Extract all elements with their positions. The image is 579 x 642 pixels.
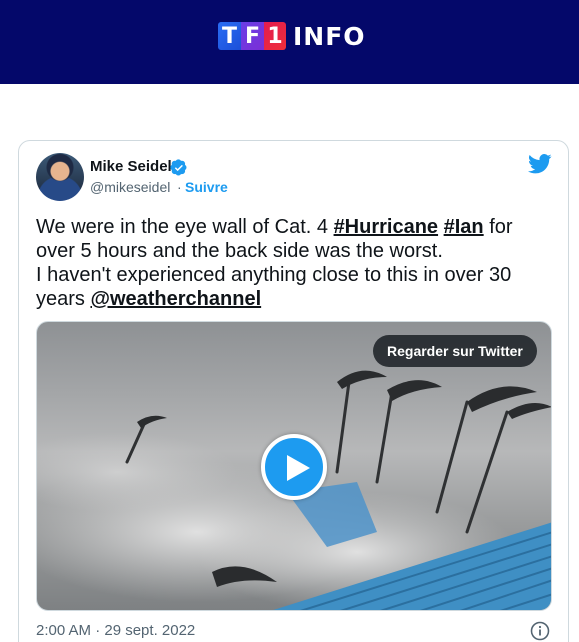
tweet-text-segment: for <box>483 216 513 238</box>
tf1-logo-mark: T F 1 <box>218 22 286 50</box>
tweet-text-segment: years <box>36 288 91 310</box>
handle-separator: · <box>177 179 182 195</box>
play-icon <box>287 455 310 481</box>
site-header: T F 1 INFO <box>0 0 579 84</box>
play-button[interactable] <box>261 434 327 500</box>
follow-button[interactable]: Suivre <box>185 179 228 195</box>
tweet-text-line-4: years @weatherchannel <box>36 287 536 311</box>
logo-info-text: INFO <box>293 21 366 51</box>
watch-on-twitter-button[interactable]: Regarder sur Twitter <box>373 335 537 367</box>
hashtag-ian[interactable]: #Ian <box>444 216 484 238</box>
tweet-timestamp[interactable]: 2:00 AM · 29 sept. 2022 <box>36 622 195 639</box>
logo-letter-t: T <box>218 22 241 50</box>
tweet-text-line-2: over 5 hours and the back side was the w… <box>36 240 443 262</box>
tweet-text-segment: We were in the eye wall of Cat. 4 <box>36 216 334 238</box>
logo-letter-f: F <box>241 22 264 50</box>
author-handle[interactable]: @mikeseidel <box>90 179 170 195</box>
tf1-info-logo[interactable]: T F 1 INFO <box>218 21 366 51</box>
hashtag-hurricane[interactable]: #Hurricane <box>334 216 439 238</box>
author-avatar[interactable] <box>36 153 84 201</box>
logo-digit-1: 1 <box>264 22 286 50</box>
verified-badge-icon <box>170 159 187 176</box>
info-icon[interactable] <box>530 621 550 641</box>
mention-weatherchannel[interactable]: @weatherchannel <box>90 288 261 310</box>
twitter-bird-icon[interactable] <box>528 154 552 174</box>
tweet-text-line-1: We were in the eye wall of Cat. 4 #Hurri… <box>36 215 536 239</box>
tweet-text-line-3: I haven't experienced anything close to … <box>36 264 512 286</box>
tweet-video[interactable]: Regarder sur Twitter <box>36 321 552 611</box>
tweet-text: We were in the eye wall of Cat. 4 #Hurri… <box>36 215 536 311</box>
author-name[interactable]: Mike Seidel <box>90 158 172 175</box>
